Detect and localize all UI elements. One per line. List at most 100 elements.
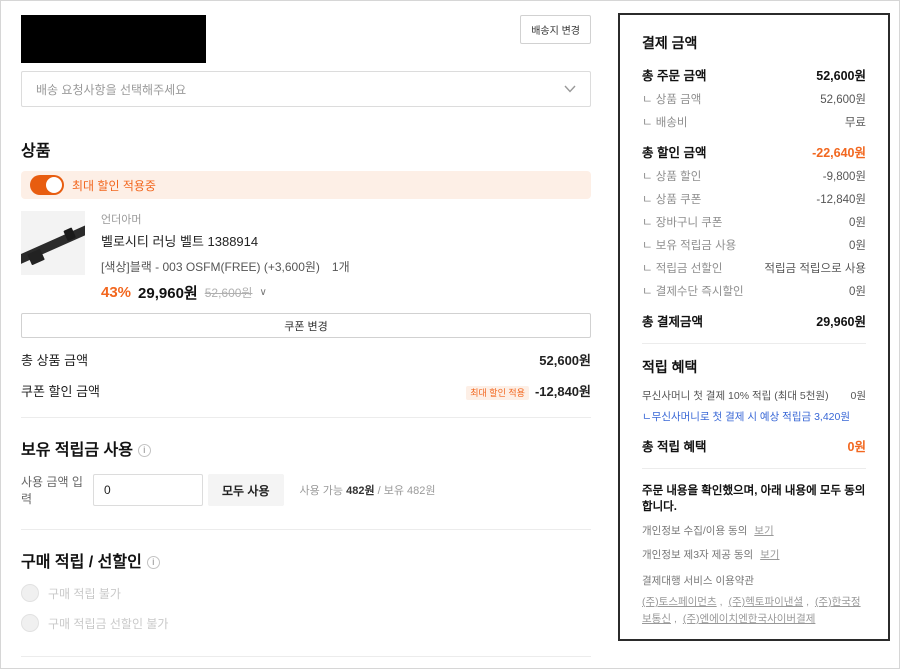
summary-sub-row: ㄴ 결제수단 즉시할인 0원 [642, 283, 866, 299]
product-name: 벨로시티 러닝 벨트 1388914 [101, 234, 259, 249]
product-option: [색상]블랙 - 003 OSFM(FREE) (+3,600원) 1개 [101, 258, 350, 275]
rewards-total-value: 0원 [847, 440, 866, 454]
points-available-text: 사용 가능 482원 / 보유 482원 [299, 485, 436, 497]
summary-sub-row: ㄴ 배송비 무료 [642, 114, 866, 130]
summary-sub-row: ㄴ 상품 금액 52,600원 [642, 91, 866, 107]
product-price-row: 43% 29,960원 52,600원 ∨ [101, 282, 350, 303]
product-item: 언더아머 벨로시티 러닝 벨트 1388914 [색상]블랙 - 003 OSF… [14, 211, 591, 303]
rewards-total-row: 총 적립 혜택 0원 [642, 436, 866, 455]
delivery-request-placeholder: 배송 요청사항을 선택해주세요 [36, 82, 187, 97]
product-total-row: 총 상품 금액 52,600원 [21, 350, 591, 369]
original-price: 52,600원 [204, 286, 253, 300]
product-total-value: 52,600원 [539, 353, 591, 368]
pg-companies: (주)토스페이먼츠, (주)헥토파이낸셜, (주)한국정보통신, (주)엔에이치… [642, 594, 866, 629]
points-input-label: 사용 금액 입력 [21, 475, 83, 506]
points-amount-input[interactable] [93, 474, 203, 506]
reward-label: 무신사머니 첫 결제 10% 적립 (최대 5천원) [642, 390, 829, 402]
change-address-button[interactable]: 배송지 변경 [520, 15, 591, 44]
discount-total-label: 총 할인 금액 [642, 146, 707, 160]
sub-row-label: ㄴ 보유 적립금 사용 [642, 240, 737, 252]
sub-row-label: ㄴ 상품 금액 [642, 94, 702, 106]
product-brand: 언더아머 [101, 214, 142, 226]
order-form-column: 배송지 변경 배송 요청사항을 선택해주세요 상품 최대 할인 적용중 언더아머… [14, 1, 591, 668]
sub-row-label: ㄴ 적립금 선할인 [642, 263, 723, 275]
shipping-address-row: 배송지 변경 [21, 15, 591, 63]
points-section-title: 보유 적립금 사용 i [21, 436, 591, 460]
reward-note-link[interactable]: ㄴ무신사머니로 첫 결제 시 예상 적립금 3,420원 [642, 409, 866, 424]
points-available-value: 482원 [346, 485, 375, 497]
delivery-request-select[interactable]: 배송 요청사항을 선택해주세요 [21, 71, 591, 107]
sub-row-label: ㄴ 상품 할인 [642, 171, 702, 183]
summary-sub-row: ㄴ 상품 할인 -9,800원 [642, 168, 866, 184]
belt-product-image [14, 223, 95, 266]
discount-total-row: 총 할인 금액 -22,640원 [642, 142, 866, 161]
sale-price: 29,960원 [138, 285, 198, 302]
points-input-row: 사용 금액 입력 모두 사용 사용 가능 482원 / 보유 482원 [21, 473, 591, 507]
sub-row-label: ㄴ 배송비 [642, 117, 688, 129]
pg-company-link[interactable]: (주)헥토파이낸셜 [728, 596, 803, 608]
order-total-value: 52,600원 [816, 69, 866, 83]
sub-row-value: 적립금 적립으로 사용 [764, 263, 866, 275]
agreement-title: 주문 내용을 확인했으며, 아래 내용에 모두 동의합니다. [642, 485, 866, 513]
redacted-address-block [21, 15, 206, 63]
agreement-section: 주문 내용을 확인했으며, 아래 내용에 모두 동의합니다. 개인정보 수집/이… [642, 468, 866, 641]
sub-row-value: 0원 [849, 217, 866, 229]
summary-title: 결제 금액 [642, 35, 698, 51]
info-icon[interactable]: i [146, 556, 160, 569]
product-total-label: 총 상품 금액 [21, 353, 89, 368]
pg-separator: , [673, 613, 677, 626]
summary-sub-row: ㄴ 상품 쿠폰 -12,840원 [642, 191, 866, 207]
expand-price-chevron-icon[interactable]: ∨ [259, 287, 266, 298]
view-terms-link[interactable]: 보기 [760, 549, 779, 561]
reward-row: 무신사머니 첫 결제 10% 적립 (최대 5천원) 0원 [642, 388, 866, 403]
sub-row-label: ㄴ 상품 쿠폰 [642, 194, 702, 206]
change-coupon-button[interactable]: 쿠폰 변경 [21, 313, 591, 338]
summary-sub-row: ㄴ 보유 적립금 사용 0원 [642, 237, 866, 253]
sub-row-label: ㄴ 결제수단 즉시할인 [642, 286, 744, 298]
sub-row-label: ㄴ 장바구니 쿠폰 [642, 217, 723, 229]
summary-sub-row: ㄴ 장바구니 쿠폰 0원 [642, 214, 866, 230]
pg-company-link[interactable]: (주)토스페이먼츠 [642, 596, 717, 608]
view-terms-link[interactable]: 보기 [754, 525, 773, 537]
use-all-points-button[interactable]: 모두 사용 [208, 474, 284, 506]
pg-separator: , [806, 596, 810, 608]
agreement-row: 개인정보 제3자 제공 동의 보기 [642, 547, 866, 562]
max-discount-badge: 최대 할인 적용 [466, 386, 529, 400]
order-total-label: 총 주문 금액 [642, 69, 707, 83]
purchase-section-title: 구매 적립 / 선할인 i [21, 548, 591, 572]
coupon-discount-amount: -12,840원 [534, 384, 591, 399]
sub-row-value: -12,840원 [816, 194, 866, 206]
purchase-option-row: 구매 적립금 선할인 불가 [21, 614, 591, 632]
payment-total-label: 총 결제금액 [642, 315, 703, 329]
product-section-title: 상품 [21, 143, 51, 160]
max-discount-toggle[interactable] [30, 175, 64, 195]
product-quantity: 1개 [331, 260, 350, 274]
coupon-discount-label: 쿠폰 할인 금액 [21, 384, 100, 399]
company-name-note: 결제 및 계좌 안내 시 상호명은 (주)무신사로 표기됩니다. [642, 640, 866, 641]
purchase-option-row: 구매 적립 불가 [21, 584, 591, 602]
section-divider [21, 656, 591, 657]
coupon-discount-value: 최대 할인 적용 -12,840원 [466, 381, 591, 400]
payment-total-value: 29,960원 [816, 315, 866, 329]
product-option-text: [색상]블랙 - 003 OSFM(FREE) (+3,600원) [101, 260, 320, 274]
order-total-row: 총 주문 금액 52,600원 [642, 65, 866, 84]
max-discount-label: 최대 할인 적용중 [72, 178, 156, 193]
checkout-page: 배송지 변경 배송 요청사항을 선택해주세요 상품 최대 할인 적용중 언더아머… [0, 0, 900, 669]
info-icon[interactable]: i [137, 444, 151, 457]
radio-button[interactable] [21, 584, 39, 602]
purchase-option-label: 구매 적립 불가 [48, 586, 121, 601]
coupon-discount-row: 쿠폰 할인 금액 최대 할인 적용 -12,840원 [21, 381, 591, 400]
radio-button[interactable] [21, 614, 39, 632]
sub-row-value: -9,800원 [822, 171, 866, 183]
product-image[interactable] [14, 211, 95, 275]
pg-company-link[interactable]: (주)엔에이치엔한국사이버결제 [683, 613, 816, 625]
agreement-row: 개인정보 수집/이용 동의 보기 [642, 523, 866, 538]
reward-value: 0원 [850, 390, 867, 402]
rewards-section: 적립 혜택 무신사머니 첫 결제 10% 적립 (최대 5천원) 0원 ㄴ무신사… [642, 343, 866, 455]
pg-separator: , [719, 596, 723, 608]
agreement-label: 개인정보 수집/이용 동의 [642, 525, 748, 537]
summary-sub-row: ㄴ 적립금 선할인 적립금 적립으로 사용 [642, 260, 866, 276]
payment-total-row: 총 결제금액 29,960원 [642, 311, 866, 330]
discount-total-value: -22,640원 [812, 146, 866, 160]
rewards-title: 적립 혜택 [642, 359, 698, 375]
